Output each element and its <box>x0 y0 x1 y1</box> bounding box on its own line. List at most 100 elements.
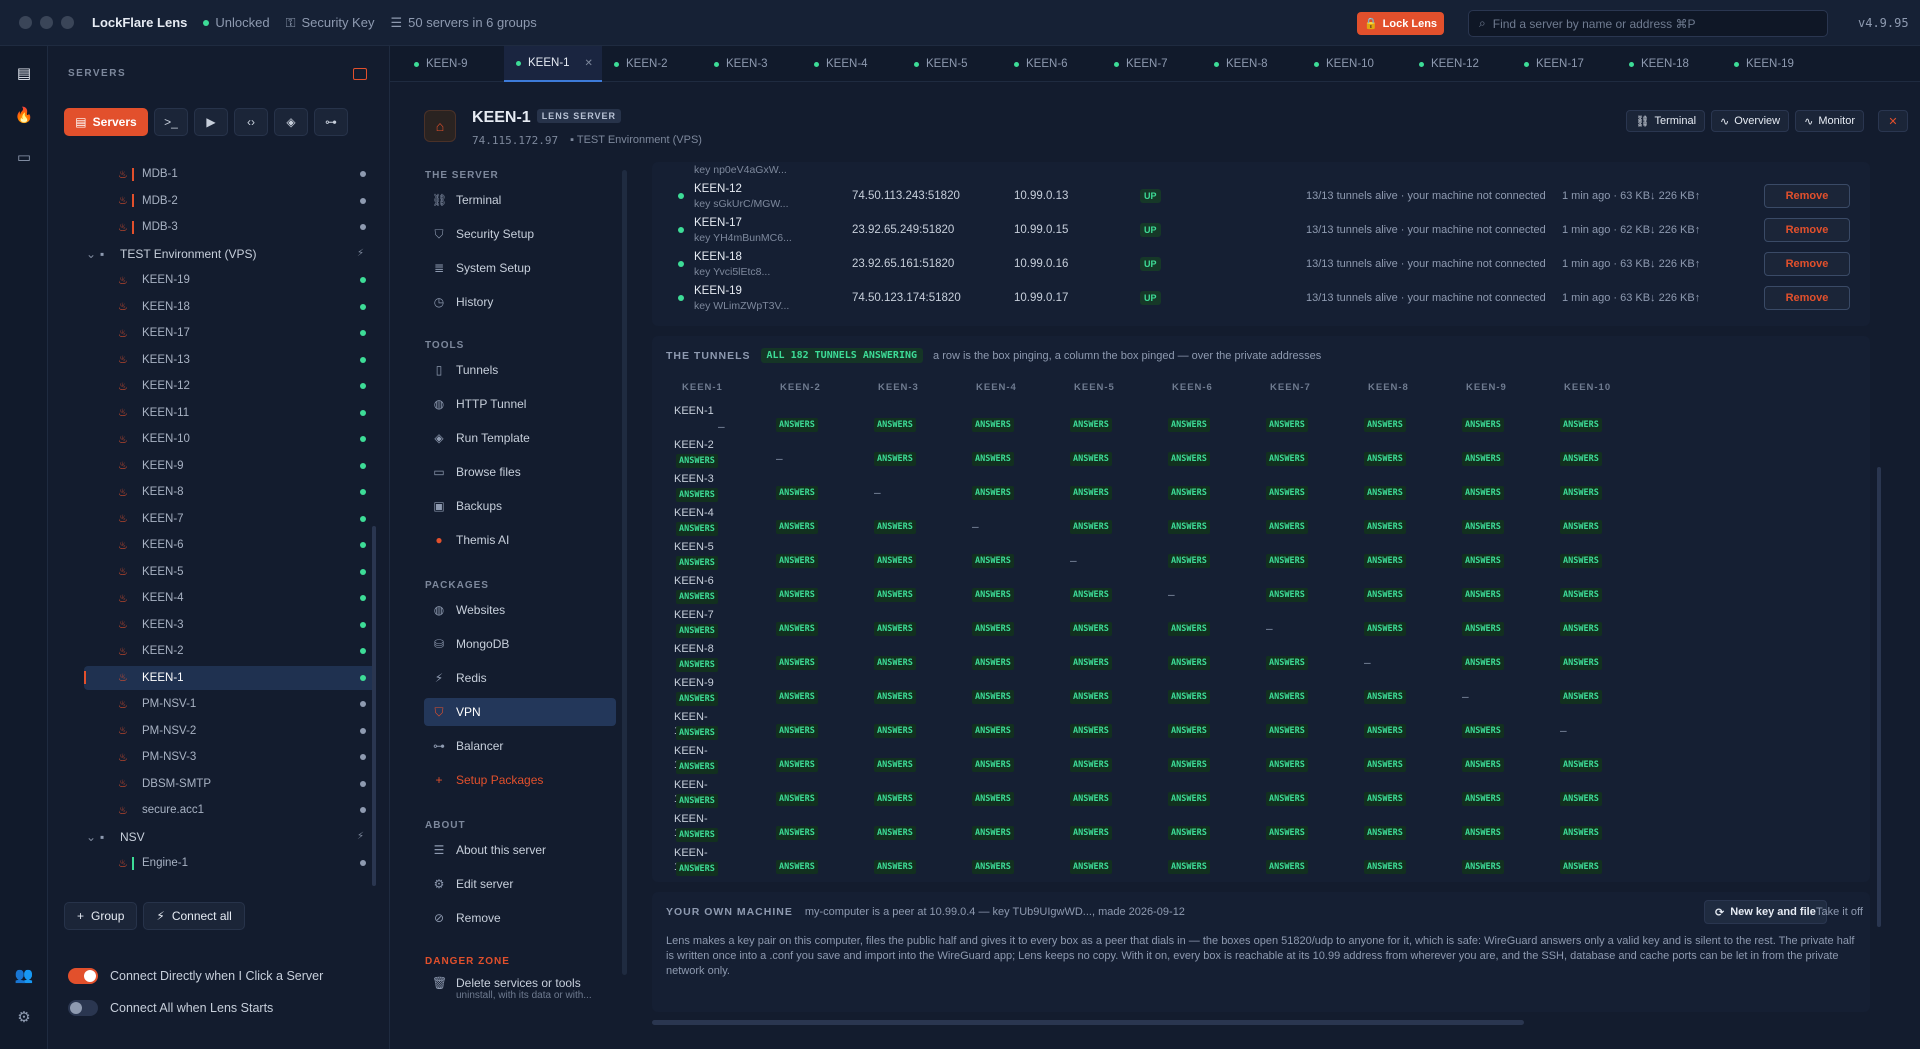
menu-item-themis-ai[interactable]: ● Themis AI <box>424 526 616 554</box>
menu-item-history[interactable]: ◷ History <box>424 288 616 316</box>
sidebar-scrollbar[interactable] <box>372 526 376 886</box>
play-view-button[interactable]: ▶ <box>194 108 228 136</box>
add-group-button[interactable]: + Group <box>64 902 138 930</box>
bolt-icon[interactable]: ⚡ <box>357 248 364 259</box>
close-window-button[interactable] <box>19 16 32 29</box>
menu-item-delete-services[interactable]: 🗑 Delete services or tools uninstall, with… <box>424 976 616 1012</box>
code-view-button[interactable]: ‹› <box>234 108 268 136</box>
tab-keen-6[interactable]: KEEN-6 <box>1014 46 1068 82</box>
connect-start-switch[interactable] <box>68 1000 98 1016</box>
chevron-down-icon[interactable]: ⌄ <box>86 247 100 261</box>
server-row[interactable]: ♨ Engine-1 <box>118 851 376 875</box>
menu-item-remove[interactable]: ⊘ Remove <box>424 904 616 932</box>
connect-direct-switch[interactable] <box>68 968 98 984</box>
connect-all-button[interactable]: ⚡ Connect all <box>143 902 245 930</box>
remove-peer-button[interactable]: Remove <box>1764 286 1850 310</box>
server-row[interactable]: ♨ KEEN-12 <box>118 374 376 398</box>
server-row[interactable]: ♨ KEEN-9 <box>118 454 376 478</box>
tab-keen-19[interactable]: KEEN-19 <box>1734 46 1794 82</box>
server-row[interactable]: ♨ PM-NSV-3 <box>118 745 376 769</box>
tab-keen-4[interactable]: KEEN-4 <box>814 46 868 82</box>
menu-item-browse-files[interactable]: ▭ Browse files <box>424 458 616 486</box>
server-row[interactable]: ♨ KEEN-18 <box>118 295 376 319</box>
menu-item-tunnels[interactable]: ▯ Tunnels <box>424 356 616 384</box>
menu-item-system-setup[interactable]: ≣ System Setup <box>424 254 616 282</box>
bolt-icon[interactable]: ⚡ <box>357 831 364 842</box>
tab-keen-5[interactable]: KEEN-5 <box>914 46 968 82</box>
remove-peer-button[interactable]: Remove <box>1764 184 1850 208</box>
content-scrollbar[interactable] <box>1877 467 1881 927</box>
remove-peer-button[interactable]: Remove <box>1764 252 1850 276</box>
settings-gear-icon[interactable]: ⚙ <box>14 1008 34 1028</box>
server-group-row[interactable]: ⌄ ▪ NSV ⚡ <box>86 825 376 849</box>
remove-peer-button[interactable]: Remove <box>1764 218 1850 242</box>
menu-item-security-setup[interactable]: ⛉ Security Setup <box>424 220 616 248</box>
server-row[interactable]: ♨ KEEN-8 <box>118 480 376 504</box>
minimize-window-button[interactable] <box>40 16 53 29</box>
toggle-connect-direct[interactable]: Connect Directly when I Click a Server <box>68 968 323 984</box>
toggle-connect-start[interactable]: Connect All when Lens Starts <box>68 1000 273 1016</box>
server-row[interactable]: ♨ DBSM-SMTP <box>118 772 376 796</box>
overview-button[interactable]: ∿ Overview <box>1711 110 1790 132</box>
server-row[interactable]: ♨ KEEN-19 <box>118 268 376 292</box>
server-row[interactable]: ♨ MDB-3 <box>118 215 376 239</box>
lock-lens-button[interactable]: 🔒 Lock Lens <box>1357 12 1444 35</box>
sidebar-collapse-icon[interactable] <box>353 68 367 80</box>
server-row[interactable]: ♨ KEEN-10 <box>118 427 376 451</box>
server-row[interactable]: ♨ KEEN-3 <box>118 613 376 637</box>
menu-item-edit-server[interactable]: ⚙ Edit server <box>424 870 616 898</box>
server-row[interactable]: ♨ KEEN-5 <box>118 560 376 584</box>
menu-item-http-tunnel[interactable]: ◍ HTTP Tunnel <box>424 390 616 418</box>
server-row[interactable]: ♨ KEEN-6 <box>118 533 376 557</box>
server-row[interactable]: ♨ KEEN-7 <box>118 507 376 531</box>
server-row[interactable]: ♨ MDB-1 <box>118 162 376 186</box>
menu-item-mongodb[interactable]: ⛁ MongoDB <box>424 630 616 658</box>
menu-item-backups[interactable]: ▣ Backups <box>424 492 616 520</box>
tab-keen-3[interactable]: KEEN-3 <box>714 46 768 82</box>
folder-rail-icon[interactable]: ▭ <box>14 148 34 168</box>
tab-close-icon[interactable]: ✕ <box>585 58 593 69</box>
monitor-button[interactable]: ∿ Monitor <box>1795 110 1864 132</box>
terminal-button[interactable]: ⛓ Terminal <box>1626 110 1706 132</box>
tab-keen-1[interactable]: KEEN-1 ✕ <box>504 46 602 82</box>
servers-view-button[interactable]: ▤ Servers <box>64 108 148 136</box>
menu-item-terminal[interactable]: ⛓ Terminal <box>424 186 616 214</box>
server-row[interactable]: ♨ KEEN-13 <box>118 348 376 372</box>
network-view-button[interactable]: ⊶ <box>314 108 348 136</box>
tab-keen-18[interactable]: KEEN-18 <box>1629 46 1689 82</box>
take-it-off-link[interactable]: Take it off <box>1816 906 1863 918</box>
menu-item-vpn[interactable]: ⛉ VPN <box>424 698 616 726</box>
tab-keen-9[interactable]: KEEN-9 <box>414 46 468 82</box>
menu-scrollbar[interactable] <box>622 170 627 975</box>
server-row[interactable]: ♨ MDB-2 <box>118 189 376 213</box>
servers-rail-icon[interactable]: ▤ <box>14 64 34 84</box>
package-view-button[interactable]: ◈ <box>274 108 308 136</box>
tab-keen-17[interactable]: KEEN-17 <box>1524 46 1584 82</box>
chevron-down-icon[interactable]: ⌄ <box>86 830 100 844</box>
users-rail-icon[interactable]: 👥 <box>14 966 34 986</box>
menu-item-websites[interactable]: ◍ Websites <box>424 596 616 624</box>
server-row[interactable]: ♨ secure.acc1 <box>118 798 376 822</box>
new-key-button[interactable]: ⟳ New key and file <box>1704 900 1827 924</box>
server-row[interactable]: ♨ KEEN-2 <box>118 639 376 663</box>
menu-item-run-template[interactable]: ◈ Run Template <box>424 424 616 452</box>
server-row[interactable]: ♨ KEEN-4 <box>118 586 376 610</box>
menu-item-setup-packages[interactable]: + Setup Packages <box>424 766 616 794</box>
close-server-button[interactable]: ✕ <box>1878 110 1908 132</box>
server-group-row[interactable]: ⌄ ▪ TEST Environment (VPS) ⚡ <box>86 242 376 266</box>
tab-keen-12[interactable]: KEEN-12 <box>1419 46 1479 82</box>
menu-item-redis[interactable]: ⚡ Redis <box>424 664 616 692</box>
tab-keen-7[interactable]: KEEN-7 <box>1114 46 1168 82</box>
menu-item-balancer[interactable]: ⊶ Balancer <box>424 732 616 760</box>
flame-rail-icon[interactable]: 🔥 <box>14 106 34 126</box>
tab-keen-10[interactable]: KEEN-10 <box>1314 46 1374 82</box>
tab-keen-8[interactable]: KEEN-8 <box>1214 46 1268 82</box>
server-row[interactable]: ♨ KEEN-11 <box>118 401 376 425</box>
maximize-window-button[interactable] <box>61 16 74 29</box>
server-row[interactable]: ♨Engine-2 <box>118 878 376 883</box>
horizontal-scrollbar[interactable] <box>652 1020 1524 1025</box>
tab-keen-2[interactable]: KEEN-2 <box>614 46 668 82</box>
terminal-view-button[interactable]: >_ <box>154 108 188 136</box>
server-row[interactable]: ♨ KEEN-17 <box>118 321 376 345</box>
server-row[interactable]: ♨ KEEN-1 <box>84 665 376 690</box>
